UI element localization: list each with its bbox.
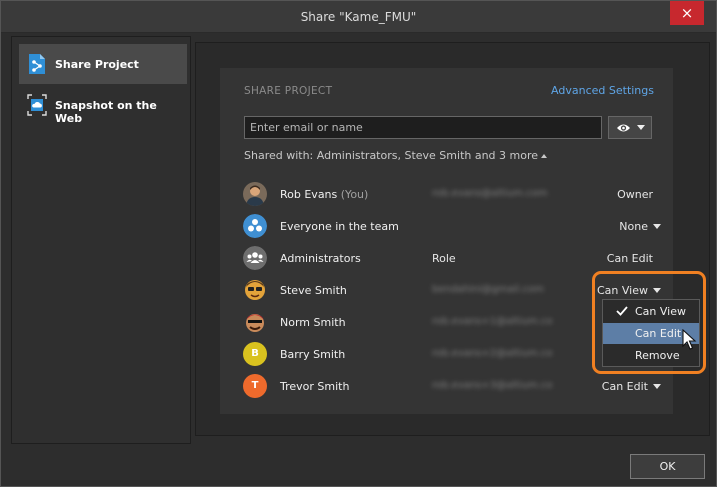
member-email: rob.evans+2@altium.com [432,348,552,358]
member-name: Administrators [280,252,361,265]
eye-icon [616,122,631,134]
chevron-up-icon [541,154,548,158]
member-name: Everyone in the team [280,220,399,233]
sidebar-item-label: Share Project [55,58,139,71]
chevron-down-icon [653,224,661,229]
member-permission: Can Edit [606,252,653,265]
close-button[interactable]: × [670,1,704,25]
chevron-down-icon [637,125,645,130]
member-name: Norm Smith [280,316,346,329]
member-email: rob.evans+3@altium.com [432,380,552,390]
avatar [243,310,267,334]
advanced-settings-link[interactable]: Advanced Settings [551,84,654,97]
sidebar-item-snapshot-web[interactable]: Snapshot on the Web [19,85,187,125]
shared-with-text: Shared with: Administrators, Steve Smith… [244,149,539,162]
ok-button[interactable]: OK [630,454,705,479]
member-name: Steve Smith [280,284,347,297]
mouse-cursor-icon [681,328,697,351]
sidebar-item-label: Snapshot on the Web [55,99,157,125]
sidebar: Share Project Snapshot on the Web [11,36,191,444]
avatar: T [243,374,267,398]
close-icon: × [680,4,694,22]
share-dialog: Share "Kame_FMU" × Share Project Snapsho… [0,0,717,487]
share-icon [27,53,47,75]
member-row: Administrators Role Can Edit [220,242,673,274]
member-name: Barry Smith [280,348,346,361]
member-row: Rob Evans (You) rob.evans@altium.com Own… [220,178,673,210]
email-input[interactable]: Enter email or name [244,116,602,139]
chevron-down-icon [653,384,661,389]
title-bar: Share "Kame_FMU" × [1,1,716,33]
member-email: bendahini@gmail.com [432,284,544,294]
member-name: Rob Evans (You) [280,188,369,201]
permission-dropdown[interactable]: Can Edit [602,380,661,393]
callout-highlight [592,271,706,374]
avatar [243,182,267,206]
member-email: rob.evans+1@altium.com [432,316,552,326]
permission-dropdown[interactable]: None [619,220,661,233]
member-permission: Owner [617,188,653,201]
team-avatar-icon [243,214,267,238]
role-label: Role [432,252,456,265]
cloud-snapshot-icon [27,94,47,116]
member-email: rob.evans@altium.com [432,188,548,198]
avatar: B [243,342,267,366]
dialog-title: Share "Kame_FMU" [300,10,417,24]
section-title: SHARE PROJECT [244,85,333,97]
shared-with-toggle[interactable]: Shared with: Administrators, Steve Smith… [244,149,548,162]
member-name: Trevor Smith [280,380,350,393]
member-row: T Trevor Smith rob.evans+3@altium.com Ca… [220,370,673,402]
avatar [243,278,267,302]
main-content: SHARE PROJECT Advanced Settings Enter em… [195,42,710,436]
visibility-dropdown-button[interactable] [608,116,652,139]
group-avatar-icon [243,246,267,270]
member-row: Everyone in the team None [220,210,673,242]
sidebar-item-share-project[interactable]: Share Project [19,44,187,84]
